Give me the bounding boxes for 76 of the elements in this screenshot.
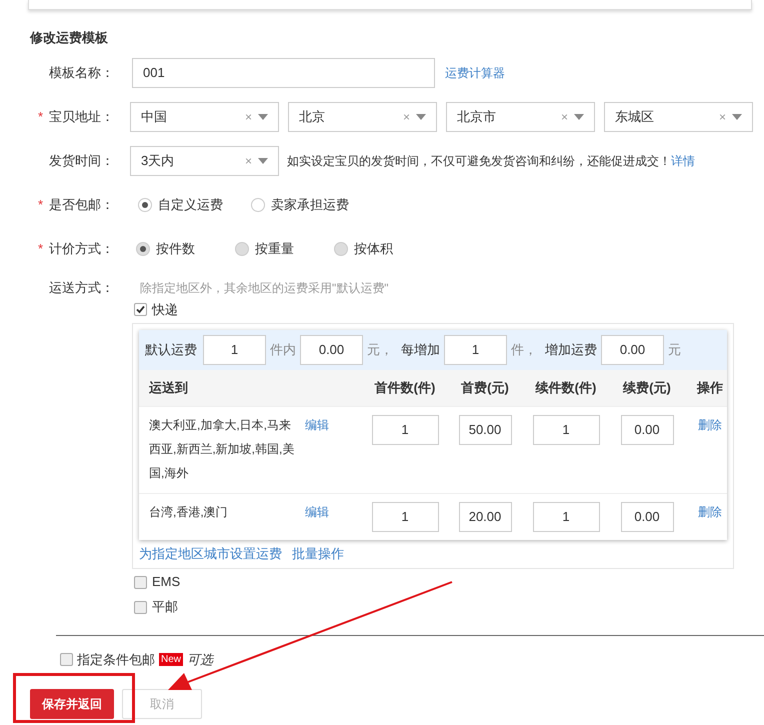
number-field[interactable]: 0.00 [300,335,363,365]
checkbox-label: 平邮 [152,598,178,616]
column-header: 首费(元) [460,379,510,398]
dropdown[interactable]: 北京 × [288,102,437,132]
unit-text: 件内 [270,341,296,360]
checkbox[interactable] [60,652,73,666]
checkbox-label: EMS [152,573,180,592]
edit-link[interactable]: 编辑 [305,415,361,435]
number-field[interactable]: 20.00 [458,502,512,532]
number-field[interactable]: 50.00 [458,415,512,445]
radio-label: 按件数 [156,240,195,258]
required-mark: * [38,240,43,258]
radio-button[interactable] [251,198,265,212]
number-field[interactable]: 1 [444,335,507,365]
radio-label: 卖家承担运费 [271,196,349,214]
extra-fee-label: 增加运费 [545,341,597,360]
field-label: 发货时间： [49,152,114,170]
details-link[interactable]: 详情 [671,154,695,168]
caret-icon [416,114,426,120]
radio-label: 自定义运费 [158,196,223,214]
radio-label: 按重量 [255,240,294,258]
radio-label: 按体积 [354,240,393,258]
default-fee-label: 默认运费 [145,341,197,360]
save-button[interactable]: 保存并返回 [30,689,114,719]
dropdown[interactable]: 东城区 × [604,102,753,132]
calculator-link[interactable]: 运费计算器 [445,64,505,82]
dropdown[interactable]: 中国 × [130,102,279,132]
caret-icon [258,114,268,120]
number-field[interactable]: 0.00 [620,415,674,445]
field-label: 是否包邮： [49,196,114,214]
increment-label: 每增加 [401,341,440,360]
column-header: 首件数(件) [374,379,436,398]
action-link[interactable]: 批量操作 [292,544,344,564]
note-text: 除指定地区外，其余地区的运费采用"默认运费" [140,280,390,296]
action-link[interactable]: 为指定地区城市设置运费 [139,544,282,564]
column-header: 运送到 [149,379,189,398]
number-field[interactable]: 1 [372,415,438,445]
hint-text: 如实设定宝贝的发货时间，不仅可避免发货咨询和纠纷，还能促进成交！详情 [287,152,695,170]
checkbox[interactable] [134,302,147,316]
checkbox-label: 快递 [152,300,178,318]
required-mark: * [38,108,43,126]
number-field[interactable]: 1 [532,415,600,445]
unit-text: 元 [668,341,681,360]
section-title: 修改运费模板 [30,29,109,47]
radio-button[interactable] [138,198,152,212]
column-header: 续费(元) [622,379,672,398]
checkbox[interactable] [134,600,147,614]
field-label: 运送方式： [49,278,114,297]
number-field[interactable]: 1 [532,502,600,532]
checkbox-label: 指定条件包邮 [77,650,155,668]
new-badge: New [159,652,184,666]
edit-link[interactable]: 编辑 [305,502,361,522]
field-label: 宝贝地址： [49,108,114,126]
caret-icon [574,114,584,120]
field-label: 模板名称： [49,64,114,82]
delete-link[interactable]: 删除 [683,415,737,435]
number-field[interactable]: 0.00 [620,502,674,532]
checkbox[interactable] [134,576,147,588]
number-field[interactable]: 0.00 [601,335,664,365]
column-header: 操作 [696,379,724,398]
delete-link[interactable]: 删除 [683,502,737,522]
dropdown[interactable]: 北京市 × [446,102,595,132]
column-header: 续件数(件) [534,379,598,398]
name-field[interactable]: 001 [132,58,435,88]
region-list: 台湾,香港,澳门 [149,500,305,524]
unit-text: 件， [511,341,537,360]
caret-icon [258,158,268,164]
number-field[interactable]: 1 [372,502,438,532]
caret-icon [732,114,742,120]
field-label: 计价方式： [49,240,114,258]
dropdown[interactable]: 3天内 × [130,146,279,176]
unit-text: 元， [367,341,393,360]
number-field[interactable]: 1 [203,335,266,365]
required-mark: * [38,196,43,214]
optional-text: 可选 [187,650,214,668]
region-list: 澳大利亚,加拿大,日本,马来西亚,新西兰,新加坡,韩国,美国,海外 [149,413,305,485]
